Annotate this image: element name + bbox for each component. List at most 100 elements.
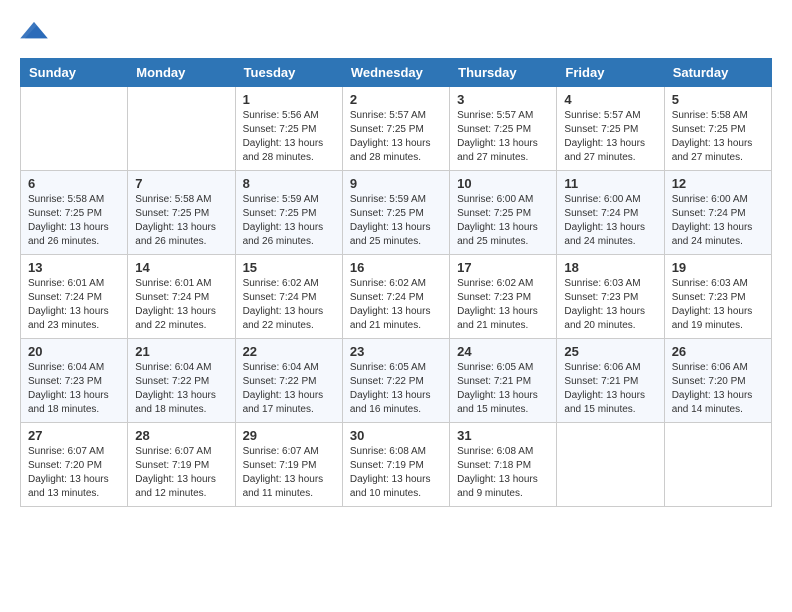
- day-info: Sunrise: 5:57 AM Sunset: 7:25 PM Dayligh…: [350, 109, 442, 165]
- day-number: 19: [672, 260, 764, 275]
- day-number: 26: [672, 344, 764, 359]
- calendar-cell: 14 Sunrise: 6:01 AM Sunset: 7:24 PM Dayli…: [128, 255, 235, 339]
- day-number: 8: [243, 176, 335, 191]
- calendar-cell: 18Sunrise: 6:03 AM Sunset: 7:23 PM Dayli…: [557, 255, 664, 339]
- day-info: Sunrise: 6:04 AM Sunset: 7:23 PM Dayligh…: [28, 361, 120, 417]
- calendar-cell: 19 Sunrise: 6:03 AM Sunset: 7:23 PM Dayli…: [664, 255, 771, 339]
- weekday-header-monday: Monday: [128, 59, 235, 87]
- day-number: 25: [564, 344, 656, 359]
- day-info: Sunrise: 6:00 AM Sunset: 7:24 PM Dayligh…: [672, 193, 764, 249]
- day-info: Sunrise: 6:06 AM Sunset: 7:21 PM Dayligh…: [564, 361, 656, 417]
- day-number: 5: [672, 92, 764, 107]
- day-info: Sunrise: 6:02 AM Sunset: 7:24 PM Dayligh…: [243, 277, 335, 333]
- day-number: 17: [457, 260, 549, 275]
- calendar-cell: 5 Sunrise: 5:58 AM Sunset: 7:25 PM Daylig…: [664, 87, 771, 171]
- calendar-cell: 20 Sunrise: 6:04 AM Sunset: 7:23 PM Dayli…: [21, 339, 128, 423]
- day-info: Sunrise: 6:05 AM Sunset: 7:21 PM Dayligh…: [457, 361, 549, 417]
- logo: [20, 20, 54, 42]
- calendar-cell: 6 Sunrise: 5:58 AM Sunset: 7:25 PM Daylig…: [21, 171, 128, 255]
- weekday-header-row: SundayMondayTuesdayWednesdayThursdayFrid…: [21, 59, 772, 87]
- calendar-week-3: 13 Sunrise: 6:01 AM Sunset: 7:24 PM Dayli…: [21, 255, 772, 339]
- calendar-cell: 28 Sunrise: 6:07 AM Sunset: 7:19 PM Dayli…: [128, 423, 235, 507]
- calendar-cell: 22 Sunrise: 6:04 AM Sunset: 7:22 PM Dayli…: [235, 339, 342, 423]
- day-info: Sunrise: 6:03 AM Sunset: 7:23 PM Dayligh…: [564, 277, 656, 333]
- day-info: Sunrise: 5:58 AM Sunset: 7:25 PM Dayligh…: [672, 109, 764, 165]
- calendar-cell: 7Sunrise: 5:58 AM Sunset: 7:25 PM Daylig…: [128, 171, 235, 255]
- weekday-header-sunday: Sunday: [21, 59, 128, 87]
- day-number: 21: [135, 344, 227, 359]
- calendar-cell: 15Sunrise: 6:02 AM Sunset: 7:24 PM Dayli…: [235, 255, 342, 339]
- day-number: 30: [350, 428, 442, 443]
- day-info: Sunrise: 6:01 AM Sunset: 7:24 PM Dayligh…: [135, 277, 227, 333]
- calendar-cell: 3 Sunrise: 5:57 AM Sunset: 7:25 PM Daylig…: [450, 87, 557, 171]
- day-info: Sunrise: 6:04 AM Sunset: 7:22 PM Dayligh…: [243, 361, 335, 417]
- day-number: 9: [350, 176, 442, 191]
- calendar-cell: 31 Sunrise: 6:08 AM Sunset: 7:18 PM Dayli…: [450, 423, 557, 507]
- calendar-week-1: 1 Sunrise: 5:56 AM Sunset: 7:25 PM Daylig…: [21, 87, 772, 171]
- calendar-cell: 27 Sunrise: 6:07 AM Sunset: 7:20 PM Dayli…: [21, 423, 128, 507]
- calendar-cell: 9 Sunrise: 5:59 AM Sunset: 7:25 PM Daylig…: [342, 171, 449, 255]
- day-info: Sunrise: 6:00 AM Sunset: 7:25 PM Dayligh…: [457, 193, 549, 249]
- calendar-cell: 13Sunrise: 6:01 AM Sunset: 7:24 PM Dayli…: [21, 255, 128, 339]
- calendar-cell: 8 Sunrise: 5:59 AM Sunset: 7:25 PM Daylig…: [235, 171, 342, 255]
- calendar-cell: [21, 87, 128, 171]
- day-number: 12: [672, 176, 764, 191]
- calendar-cell: 25 Sunrise: 6:06 AM Sunset: 7:21 PM Dayli…: [557, 339, 664, 423]
- day-info: Sunrise: 6:07 AM Sunset: 7:20 PM Dayligh…: [28, 445, 120, 501]
- day-number: 24: [457, 344, 549, 359]
- day-number: 16: [350, 260, 442, 275]
- day-number: 20: [28, 344, 120, 359]
- day-number: 1: [243, 92, 335, 107]
- calendar-cell: 23 Sunrise: 6:05 AM Sunset: 7:22 PM Dayli…: [342, 339, 449, 423]
- calendar-week-2: 6 Sunrise: 5:58 AM Sunset: 7:25 PM Daylig…: [21, 171, 772, 255]
- day-number: 31: [457, 428, 549, 443]
- calendar-cell: 1 Sunrise: 5:56 AM Sunset: 7:25 PM Daylig…: [235, 87, 342, 171]
- day-info: Sunrise: 6:02 AM Sunset: 7:24 PM Dayligh…: [350, 277, 442, 333]
- calendar-cell: 16 Sunrise: 6:02 AM Sunset: 7:24 PM Dayli…: [342, 255, 449, 339]
- calendar-cell: 21 Sunrise: 6:04 AM Sunset: 7:22 PM Dayli…: [128, 339, 235, 423]
- weekday-header-tuesday: Tuesday: [235, 59, 342, 87]
- day-info: Sunrise: 6:08 AM Sunset: 7:18 PM Dayligh…: [457, 445, 549, 501]
- calendar-table: SundayMondayTuesdayWednesdayThursdayFrid…: [20, 58, 772, 507]
- day-info: Sunrise: 6:05 AM Sunset: 7:22 PM Dayligh…: [350, 361, 442, 417]
- day-number: 27: [28, 428, 120, 443]
- day-info: Sunrise: 6:08 AM Sunset: 7:19 PM Dayligh…: [350, 445, 442, 501]
- day-info: Sunrise: 5:59 AM Sunset: 7:25 PM Dayligh…: [350, 193, 442, 249]
- day-info: Sunrise: 5:59 AM Sunset: 7:25 PM Dayligh…: [243, 193, 335, 249]
- day-info: Sunrise: 6:02 AM Sunset: 7:23 PM Dayligh…: [457, 277, 549, 333]
- day-number: 22: [243, 344, 335, 359]
- day-number: 13: [28, 260, 120, 275]
- calendar-header: SundayMondayTuesdayWednesdayThursdayFrid…: [21, 59, 772, 87]
- day-info: Sunrise: 5:58 AM Sunset: 7:25 PM Dayligh…: [28, 193, 120, 249]
- day-info: Sunrise: 5:56 AM Sunset: 7:25 PM Dayligh…: [243, 109, 335, 165]
- calendar-cell: 30 Sunrise: 6:08 AM Sunset: 7:19 PM Dayli…: [342, 423, 449, 507]
- calendar-cell: 29Sunrise: 6:07 AM Sunset: 7:19 PM Dayli…: [235, 423, 342, 507]
- calendar-cell: 26 Sunrise: 6:06 AM Sunset: 7:20 PM Dayli…: [664, 339, 771, 423]
- calendar-week-5: 27 Sunrise: 6:07 AM Sunset: 7:20 PM Dayli…: [21, 423, 772, 507]
- calendar-cell: 24 Sunrise: 6:05 AM Sunset: 7:21 PM Dayli…: [450, 339, 557, 423]
- day-number: 11: [564, 176, 656, 191]
- calendar-body: 1 Sunrise: 5:56 AM Sunset: 7:25 PM Daylig…: [21, 87, 772, 507]
- day-info: Sunrise: 6:07 AM Sunset: 7:19 PM Dayligh…: [243, 445, 335, 501]
- day-number: 23: [350, 344, 442, 359]
- day-number: 2: [350, 92, 442, 107]
- day-info: Sunrise: 6:00 AM Sunset: 7:24 PM Dayligh…: [564, 193, 656, 249]
- calendar-cell: 12 Sunrise: 6:00 AM Sunset: 7:24 PM Dayli…: [664, 171, 771, 255]
- day-info: Sunrise: 6:06 AM Sunset: 7:20 PM Dayligh…: [672, 361, 764, 417]
- day-number: 4: [564, 92, 656, 107]
- calendar-cell: 2 Sunrise: 5:57 AM Sunset: 7:25 PM Daylig…: [342, 87, 449, 171]
- day-info: Sunrise: 6:03 AM Sunset: 7:23 PM Dayligh…: [672, 277, 764, 333]
- weekday-header-saturday: Saturday: [664, 59, 771, 87]
- day-number: 3: [457, 92, 549, 107]
- day-info: Sunrise: 6:04 AM Sunset: 7:22 PM Dayligh…: [135, 361, 227, 417]
- weekday-header-wednesday: Wednesday: [342, 59, 449, 87]
- calendar-week-4: 20 Sunrise: 6:04 AM Sunset: 7:23 PM Dayli…: [21, 339, 772, 423]
- weekday-header-thursday: Thursday: [450, 59, 557, 87]
- calendar-cell: [128, 87, 235, 171]
- day-number: 6: [28, 176, 120, 191]
- day-number: 28: [135, 428, 227, 443]
- day-info: Sunrise: 5:57 AM Sunset: 7:25 PM Dayligh…: [457, 109, 549, 165]
- calendar-cell: 11 Sunrise: 6:00 AM Sunset: 7:24 PM Dayli…: [557, 171, 664, 255]
- day-number: 14: [135, 260, 227, 275]
- day-info: Sunrise: 6:07 AM Sunset: 7:19 PM Dayligh…: [135, 445, 227, 501]
